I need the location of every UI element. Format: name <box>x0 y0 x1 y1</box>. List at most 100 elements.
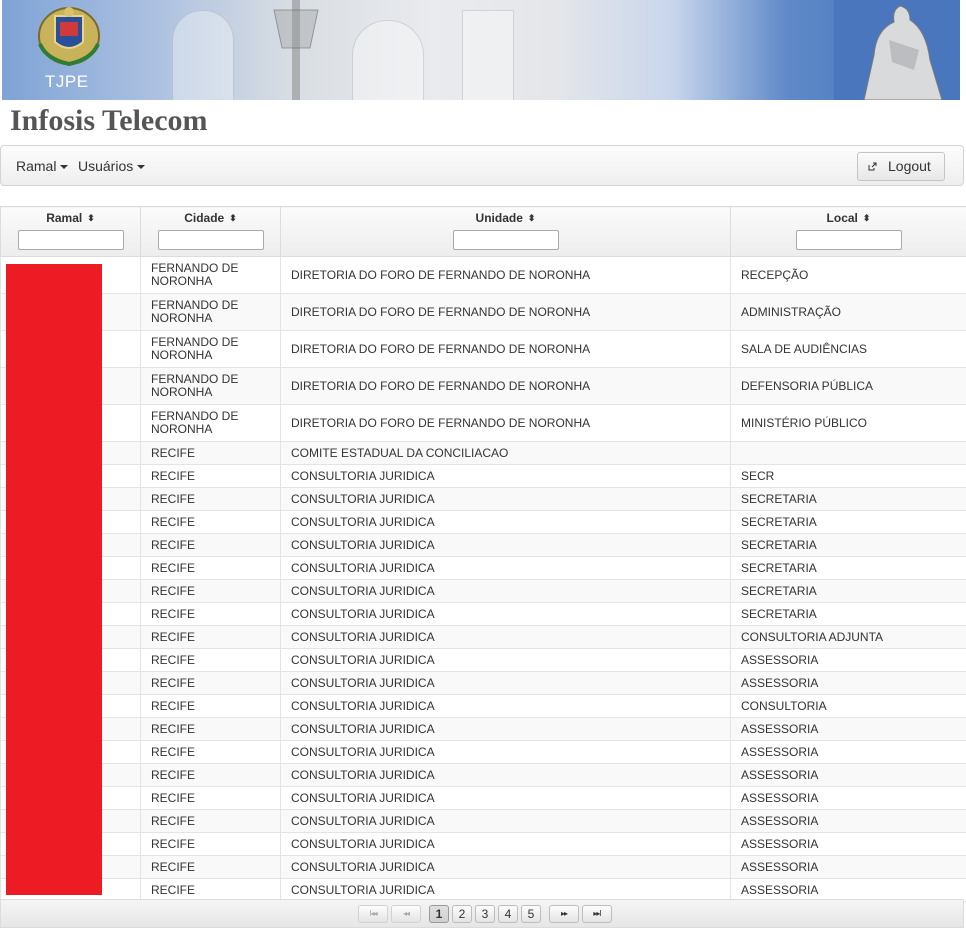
menubar: Ramal Usuários Logout <box>0 145 964 186</box>
filter-ramal-input[interactable] <box>17 230 124 250</box>
table-row[interactable]: RECIFE CONSULTORIA JURIDICA ASSESSORIA <box>0 786 966 810</box>
unidade-cell: CONSULTORIA JURIDICA <box>280 671 731 695</box>
local-cell: SECRETARIA <box>730 510 966 534</box>
table-row[interactable]: FERNANDO DE NORONHA DIRETORIA DO FORO DE … <box>0 293 966 331</box>
local-cell: ASSESSORIA <box>730 648 966 672</box>
cidade-cell: RECIFE <box>140 464 281 488</box>
table-row[interactable]: RECIFE CONSULTORIA JURIDICA SECRETARIA <box>0 556 966 580</box>
cidade-cell: RECIFE <box>140 671 281 695</box>
column-header-local[interactable]: Local ⬍ <box>730 206 966 257</box>
cidade-cell: RECIFE <box>140 533 281 557</box>
table-row[interactable]: RECIFE CONSULTORIA JURIDICA ASSESSORIA <box>0 740 966 764</box>
local-cell: SECRETARIA <box>730 556 966 580</box>
cidade-cell: FERNANDO DE NORONHA <box>140 367 281 405</box>
cidade-cell: RECIFE <box>140 855 281 879</box>
caret-down-icon <box>137 165 146 170</box>
header-banner: TJPE <box>2 0 960 100</box>
table-row[interactable]: RECIFE CONSULTORIA JURIDICA SECRETARIA <box>0 579 966 603</box>
table-row[interactable]: FERNANDO DE NORONHA DIRETORIA DO FORO DE … <box>0 404 966 442</box>
table-row[interactable]: FERNANDO DE NORONHA DIRETORIA DO FORO DE … <box>0 256 966 294</box>
redaction-block <box>6 264 102 895</box>
table-row[interactable]: RECIFE CONSULTORIA JURIDICA ASSESSORIA <box>0 832 966 856</box>
cidade-cell: RECIFE <box>140 694 281 718</box>
unidade-cell: DIRETORIA DO FORO DE FERNANDO DE NORONHA <box>280 256 731 294</box>
page-button-1[interactable]: 1 <box>429 905 449 923</box>
table-row[interactable]: RECIFE CONSULTORIA JURIDICA SECR <box>0 464 966 488</box>
last-page-button[interactable]: ▸▸I <box>582 905 612 923</box>
filter-local-input[interactable] <box>795 230 902 250</box>
sort-icon: ⬍ <box>87 213 95 223</box>
unidade-cell: CONSULTORIA JURIDICA <box>280 556 731 580</box>
unidade-cell: CONSULTORIA JURIDICA <box>280 832 731 856</box>
column-title: Unidade <box>475 211 523 225</box>
local-cell: ASSESSORIA <box>730 855 966 879</box>
menu-usuarios-label: Usuários <box>78 158 134 174</box>
cidade-cell: RECIFE <box>140 763 281 787</box>
table-row[interactable]: RECIFE CONSULTORIA JURIDICA ASSESSORIA <box>0 855 966 879</box>
next-page-button[interactable]: ▸▸ <box>549 905 579 923</box>
local-cell: SECRETARIA <box>730 579 966 603</box>
unidade-cell: CONSULTORIA JURIDICA <box>280 487 731 511</box>
local-cell: ASSESSORIA <box>730 809 966 833</box>
prev-page-button[interactable]: ◂◂ <box>391 905 421 923</box>
menu-ramal[interactable]: Ramal <box>16 158 69 174</box>
table-row[interactable]: RECIFE CONSULTORIA JURIDICA ASSESSORIA <box>0 648 966 672</box>
table-row[interactable]: RECIFE CONSULTORIA JURIDICA SECRETARIA <box>0 533 966 557</box>
local-cell: CONSULTORIA ADJUNTA <box>730 625 966 649</box>
local-cell: DEFENSORIA PÚBLICA <box>730 367 966 405</box>
page-button-3[interactable]: 3 <box>475 905 495 923</box>
cidade-cell: RECIFE <box>140 441 281 465</box>
sort-icon: ⬍ <box>862 213 871 223</box>
page-button-5[interactable]: 5 <box>521 905 541 923</box>
external-link-icon <box>868 162 877 171</box>
sort-icon: ⬍ <box>229 213 237 223</box>
tjpe-seal-logo <box>38 7 100 66</box>
column-title: Ramal <box>46 211 83 225</box>
local-cell: SALA DE AUDIÊNCIAS <box>730 330 966 368</box>
lamp-post-graphic <box>273 0 319 100</box>
page-button-2[interactable]: 2 <box>452 905 472 923</box>
table-row[interactable]: FERNANDO DE NORONHA DIRETORIA DO FORO DE … <box>0 367 966 405</box>
first-page-button[interactable]: I◂◂ <box>358 905 388 923</box>
filter-cidade-input[interactable] <box>157 230 264 250</box>
table-row[interactable]: FERNANDO DE NORONHA DIRETORIA DO FORO DE … <box>0 330 966 368</box>
cidade-cell: RECIFE <box>140 832 281 856</box>
unidade-cell: CONSULTORIA JURIDICA <box>280 740 731 764</box>
column-header-cidade[interactable]: Cidade ⬍ <box>140 206 281 257</box>
unidade-cell: CONSULTORIA JURIDICA <box>280 809 731 833</box>
cidade-cell: RECIFE <box>140 556 281 580</box>
local-cell: CONSULTORIA <box>730 694 966 718</box>
table-row[interactable]: RECIFE CONSULTORIA JURIDICA ASSESSORIA <box>0 763 966 787</box>
table-row[interactable]: RECIFE CONSULTORIA JURIDICA ASSESSORIA <box>0 671 966 695</box>
paginator: I◂◂ ◂◂ 12345 ▸▸ ▸▸I <box>0 899 964 928</box>
unidade-cell: CONSULTORIA JURIDICA <box>280 855 731 879</box>
local-cell: SECRETARIA <box>730 602 966 626</box>
unidade-cell: COMITE ESTADUAL DA CONCILIACAO <box>280 441 731 465</box>
unidade-cell: DIRETORIA DO FORO DE FERNANDO DE NORONHA <box>280 367 731 405</box>
filter-unidade-input[interactable] <box>452 230 559 250</box>
unidade-cell: DIRETORIA DO FORO DE FERNANDO DE NORONHA <box>280 404 731 442</box>
logout-button[interactable]: Logout <box>857 152 945 181</box>
local-cell: ASSESSORIA <box>730 786 966 810</box>
table-row[interactable]: RECIFE CONSULTORIA JURIDICA SECRETARIA <box>0 602 966 626</box>
table-row[interactable]: RECIFE CONSULTORIA JURIDICA CONSULTORIA <box>0 694 966 718</box>
unidade-cell: CONSULTORIA JURIDICA <box>280 464 731 488</box>
app-title: Infosis Telecom <box>10 104 208 137</box>
table-row[interactable]: RECIFE CONSULTORIA JURIDICA SECRETARIA <box>0 510 966 534</box>
local-cell: SECRETARIA <box>730 533 966 557</box>
table-row[interactable]: RECIFE CONSULTORIA JURIDICA ASSESSORIA <box>0 717 966 741</box>
unidade-cell: CONSULTORIA JURIDICA <box>280 648 731 672</box>
menu-usuarios[interactable]: Usuários <box>78 158 146 174</box>
unidade-cell: CONSULTORIA JURIDICA <box>280 533 731 557</box>
table-row[interactable]: RECIFE CONSULTORIA JURIDICA CONSULTORIA AD… <box>0 625 966 649</box>
local-cell: ADMINISTRAÇÃO <box>730 293 966 331</box>
table-row[interactable]: RECIFE CONSULTORIA JURIDICA ASSESSORIA <box>0 809 966 833</box>
page-button-4[interactable]: 4 <box>498 905 518 923</box>
column-header-ramal[interactable]: Ramal ⬍ <box>0 206 141 257</box>
caret-down-icon <box>60 165 69 170</box>
column-header-unidade[interactable]: Unidade ⬍ <box>280 206 731 257</box>
table-row[interactable]: RECIFE CONSULTORIA JURIDICA SECRETARIA <box>0 487 966 511</box>
table-row[interactable]: RECIFE COMITE ESTADUAL DA CONCILIACAO <box>0 441 966 465</box>
unidade-cell: CONSULTORIA JURIDICA <box>280 717 731 741</box>
local-cell: ASSESSORIA <box>730 740 966 764</box>
